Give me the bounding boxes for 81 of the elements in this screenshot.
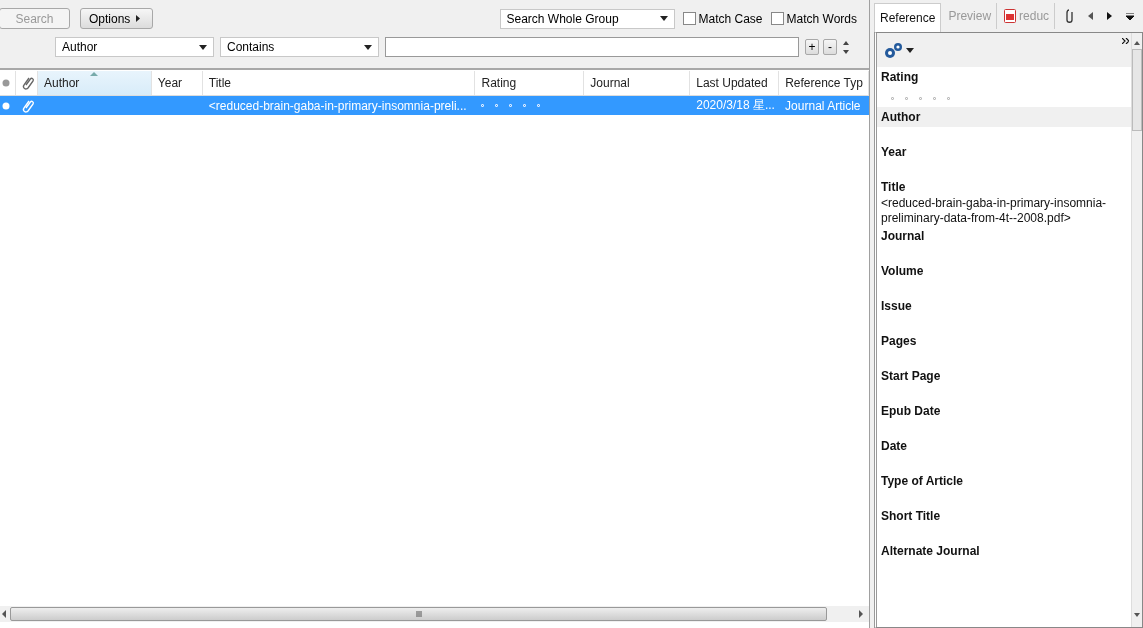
column-header[interactable]: Author [37,71,152,95]
column-header[interactable]: Reference Typ [779,71,869,95]
field-row[interactable]: Epub Date [877,401,1131,436]
field-value[interactable]: <reduced-brain-gaba-in-primary-insomnia-preliminary-data-from-4t--2008.pdf> [881,194,1127,226]
column-header[interactable]: Last Updated [690,71,780,95]
checkbox-box[interactable] [770,12,784,25]
spin-icon [843,40,849,54]
caret-icon [364,44,372,50]
field-row[interactable]: Alternate Journal [877,541,1131,576]
field-row[interactable]: Rating [877,67,1131,107]
paperclip-icon [1065,9,1075,23]
field-label: Start Page [881,369,942,383]
status-dot-icon [2,101,10,110]
scroll-up-icon [1134,41,1140,45]
gears-icon [883,41,903,59]
checkbox-label: Match Case [698,11,763,26]
caret-icon [659,16,668,21]
previous-icon [1088,12,1094,20]
caret-icon [906,47,914,53]
field-label: Author [881,110,922,124]
column-header[interactable]: Rating [475,71,585,95]
field-label: Date [881,439,908,453]
column-header[interactable]: Title [202,71,476,95]
scrollbar-thumb[interactable] [1132,49,1142,131]
field-label: Type of Article [881,474,964,488]
checkbox[interactable]: Match Case [682,11,763,26]
scroll-right-icon [859,610,863,618]
field-label: Journal [881,229,926,243]
tab[interactable]: Reference [874,3,942,32]
field-label: Rating [881,70,920,84]
remove-button[interactable]: - [823,39,837,55]
checkbox-box[interactable] [682,12,696,25]
field-row[interactable]: Short Title [877,506,1131,541]
settings-button[interactable] [883,41,914,59]
field-row[interactable]: Pages [877,331,1131,366]
overflow-menu-icon [1126,12,1135,20]
scroll-left-icon [2,610,6,618]
field-row[interactable]: Date [877,436,1131,471]
field-row[interactable]: Issue [877,296,1131,331]
scroll-down-icon [1134,613,1140,617]
checkbox-label: Match Words [786,11,857,26]
field-label: Alternate Journal [881,544,981,558]
field-row[interactable]: Title <reduced-brain-gaba-in-primary-insomnia-preliminary-data-from-4t--2008.pdf> [877,177,1131,226]
field-label: Title [881,180,907,194]
field-label: Pages [881,334,918,348]
search-input-field[interactable] [385,37,799,57]
expand-icon [1122,38,1129,44]
field-row[interactable]: Year [877,142,1131,177]
field-label: Short Title [881,509,942,523]
column-header[interactable]: Journal [584,71,691,95]
pdf-file-icon [1004,9,1017,23]
field-value: Author [62,40,98,54]
field-row[interactable]: Start Page [877,366,1131,401]
scope-dropdown[interactable]: Search Whole Group [499,8,675,29]
grip-icon [415,611,422,617]
checkbox[interactable]: Match Words [770,11,857,26]
field-row[interactable]: Volume [877,261,1131,296]
next-icon [1107,12,1113,20]
field-label: Issue [881,299,913,313]
operator-dropdown[interactable]: Contains [220,37,379,57]
field-label: Epub Date [881,404,942,418]
field-label: Year [881,145,908,159]
column-header[interactable]: Year [151,71,203,95]
table-cell: <reduced-brain-gaba-in-primary-insomnia-preli... [208,98,467,113]
field-row[interactable]: Author [877,107,1131,142]
operator-value: Contains [227,40,275,54]
scrollbar-thumb[interactable] [10,607,827,621]
table-cell: Journal Article [785,98,861,113]
caret-icon [199,44,207,50]
add-button[interactable]: + [805,39,819,55]
field-label: Volume [881,264,925,278]
field-row[interactable]: Type of Article [877,471,1131,506]
caret-icon [136,15,141,22]
input-field[interactable] [877,127,1131,142]
sort-arrow-icon [89,72,98,76]
paperclip-icon [20,75,36,91]
field-dropdown[interactable]: Author [55,37,214,57]
options-button[interactable]: Options [80,8,153,29]
table-cell: 2020/3/18 星... [696,97,775,114]
scope-value: Search Whole Group [506,11,619,26]
field-row[interactable]: Journal [877,226,1131,261]
